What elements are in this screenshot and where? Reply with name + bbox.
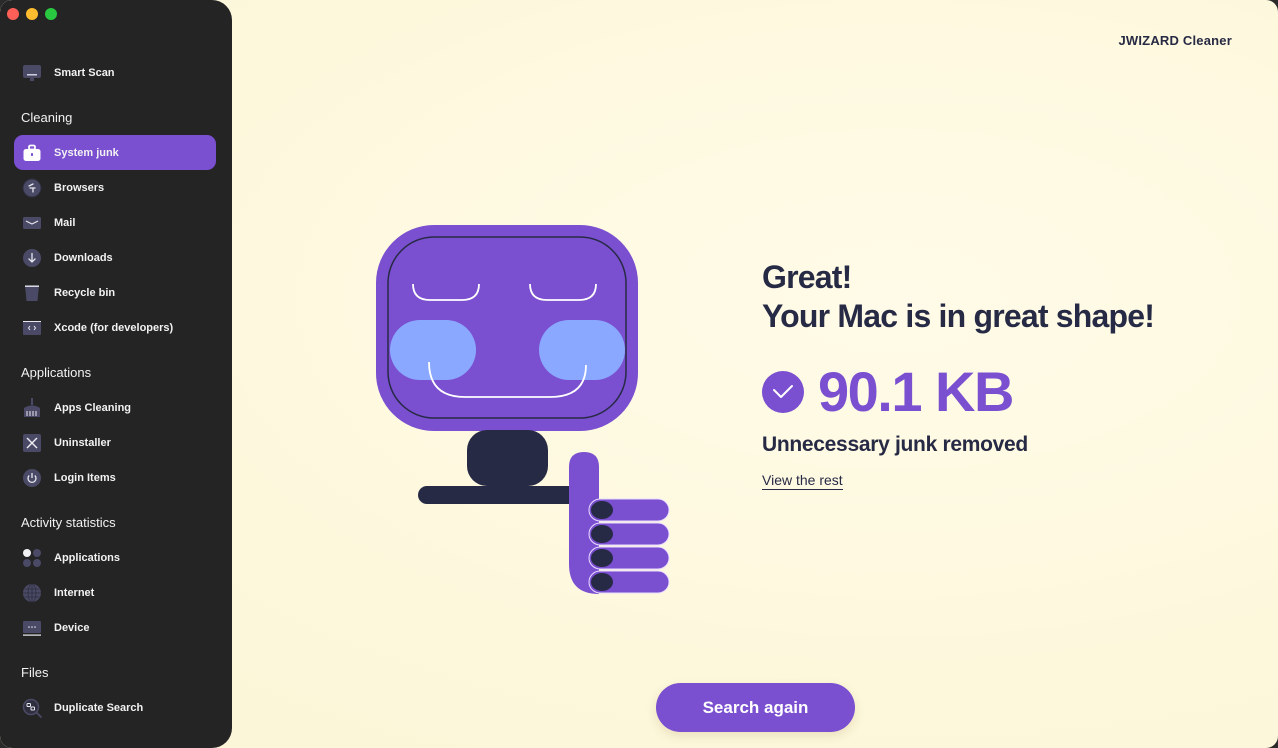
briefcase-icon [22, 143, 42, 163]
sidebar-item-uninstaller[interactable]: Uninstaller [14, 425, 216, 460]
sidebar-item-browsers[interactable]: Browsers [14, 170, 216, 205]
sidebar-item-recycle-bin[interactable]: Recycle bin [14, 275, 216, 310]
mascot-left-cheek [390, 320, 476, 380]
sidebar-item-label: Xcode (for developers) [54, 321, 174, 334]
device-icon [22, 618, 42, 638]
sidebar-item-apps-cleaning[interactable]: Apps Cleaning [14, 390, 216, 425]
result-subtitle: Unnecessary junk removed [762, 433, 1028, 456]
sidebar-item-smart-scan[interactable]: Smart Scan [14, 55, 216, 90]
duplicate-search-icon [22, 698, 42, 718]
power-icon [22, 468, 42, 488]
sidebar-item-label: Mail [54, 216, 76, 229]
sidebar-item-mail[interactable]: Mail [14, 205, 216, 240]
sidebar-item-label: Smart Scan [54, 66, 115, 79]
headline-shape: Your Mac is in great shape! [762, 298, 1155, 334]
download-arrow-icon [22, 248, 42, 268]
sidebar-item-login-items[interactable]: Login Items [14, 460, 216, 495]
sidebar-item-system-junk[interactable]: System junk [14, 135, 216, 170]
compass-icon [22, 178, 42, 198]
section-title-activity-statistics: Activity statistics [21, 515, 116, 530]
sidebar-item-xcode[interactable]: Xcode (for developers) [14, 310, 216, 345]
monitor-icon [22, 63, 42, 83]
section-title-cleaning: Cleaning [21, 110, 73, 125]
app-window: Smart Scan Cleaning System junk Browsers… [0, 0, 1278, 748]
app-brand: JWIZARD Cleaner [1118, 33, 1232, 48]
sidebar-item-label: Recycle bin [54, 286, 116, 299]
zoom-window-button[interactable] [45, 8, 57, 20]
sidebar-item-internet[interactable]: Internet [14, 575, 216, 610]
mascot-arm [418, 486, 588, 504]
x-box-icon [22, 433, 42, 453]
mascot-head [376, 225, 638, 431]
sidebar-item-label: Device [54, 621, 90, 634]
trash-icon [22, 283, 42, 303]
sidebar-item-label: Browsers [54, 181, 105, 194]
check-circle-icon [762, 371, 804, 413]
sidebar-item-label: Downloads [54, 251, 113, 264]
section-title-files: Files [21, 665, 49, 680]
globe-icon [22, 583, 42, 603]
sidebar-item-device[interactable]: Device [14, 610, 216, 645]
section-title-applications: Applications [21, 365, 92, 380]
envelope-icon [22, 213, 42, 233]
window-controls [7, 8, 57, 20]
sidebar-item-label: Internet [54, 586, 95, 599]
sidebar-item-label: Uninstaller [54, 436, 111, 449]
sidebar-item-label: Login Items [54, 471, 116, 484]
sidebar-item-label: Apps Cleaning [54, 401, 132, 414]
sidebar-item-label: Applications [54, 551, 121, 564]
result-headline: Great! Your Mac is in great shape! [762, 258, 1155, 336]
sidebar-item-label: Duplicate Search [54, 701, 144, 714]
mascot-illustration [376, 225, 670, 594]
close-window-button[interactable] [7, 8, 19, 20]
cleaned-size-row: 90.1 KB [762, 360, 1014, 424]
mascot-neck [467, 430, 548, 486]
sidebar-item-activity-applications[interactable]: Applications [14, 540, 216, 575]
mascot-right-cheek [539, 320, 625, 380]
mascot-thumbs-up [569, 452, 670, 594]
search-again-button[interactable]: Search again [656, 683, 855, 732]
sidebar-item-label: System junk [54, 146, 119, 159]
sidebar-item-downloads[interactable]: Downloads [14, 240, 216, 275]
dots-grid-icon [22, 548, 42, 568]
broom-icon [22, 397, 42, 418]
sidebar-item-duplicate-search[interactable]: Duplicate Search [14, 690, 216, 725]
headline-great: Great! [762, 259, 852, 295]
minimize-window-button[interactable] [26, 8, 38, 20]
view-the-rest-link[interactable]: View the rest [762, 472, 843, 490]
code-icon [22, 318, 42, 338]
cleaned-size-value: 90.1 KB [818, 360, 1014, 423]
sidebar: Smart Scan Cleaning System junk Browsers… [0, 0, 232, 748]
